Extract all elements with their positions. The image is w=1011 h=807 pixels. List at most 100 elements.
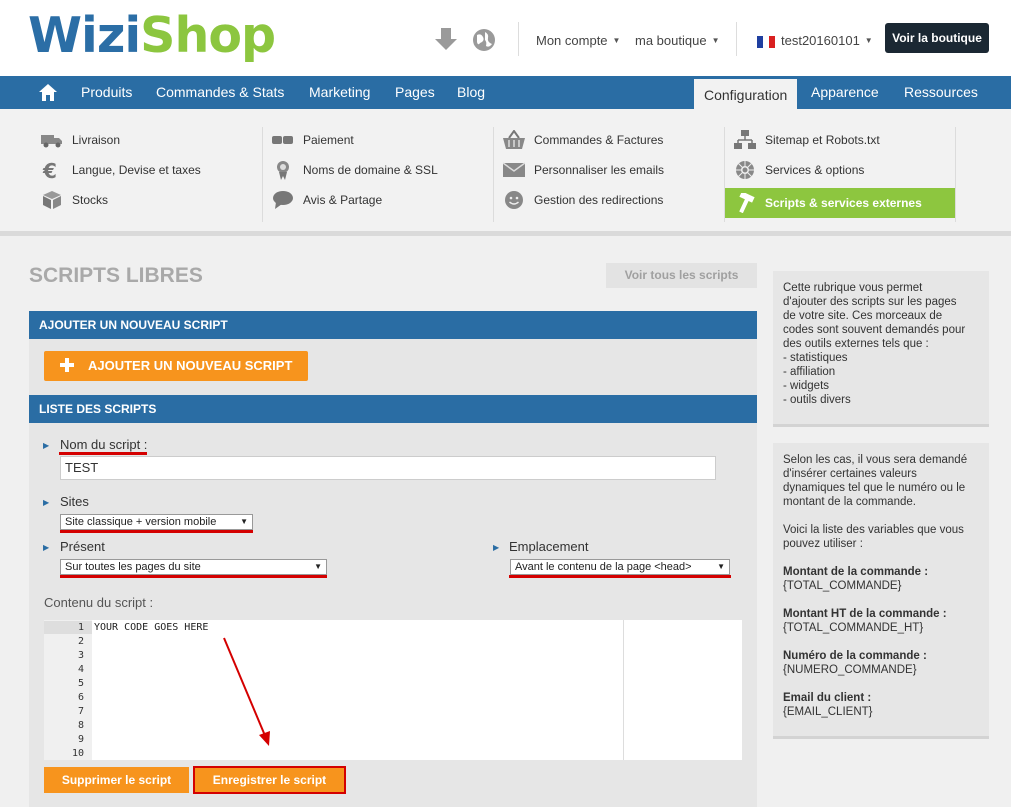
home-icon[interactable] — [39, 84, 57, 101]
nav-pages[interactable]: Pages — [395, 76, 435, 109]
script-name-input[interactable]: TEST — [60, 456, 716, 480]
smiley-icon — [505, 191, 523, 209]
sites-label: Sites — [60, 494, 89, 509]
hammer-icon — [739, 193, 755, 213]
submenu-stocks[interactable]: Stocks — [41, 185, 108, 215]
variable-value: {TOTAL_COMMANDE} — [783, 580, 902, 592]
line-number: 4 — [77, 664, 84, 675]
sitemap-icon — [734, 130, 756, 149]
submenu-commandes-factures[interactable]: Commandes & Factures — [503, 125, 663, 155]
dropdown-arrow-icon: ▼ — [314, 562, 322, 571]
submenu-divider — [493, 127, 494, 222]
submenu-langue-devise-taxes[interactable]: € Langue, Devise et taxes — [41, 155, 201, 185]
france-flag-icon — [757, 36, 775, 48]
caret-down-icon: ▼ — [864, 36, 873, 45]
truck-icon — [41, 135, 62, 148]
plus-icon — [60, 358, 74, 372]
globe-icon[interactable] — [472, 27, 496, 53]
award-ribbon-icon — [277, 161, 289, 180]
script-list-section-header: LISTE DES SCRIPTS — [29, 395, 757, 423]
triangle-right-icon: ▶ — [493, 543, 500, 552]
speech-bubble-icon — [273, 191, 293, 209]
main-nav: Produits Commandes & Stats Marketing Pag… — [0, 76, 1011, 109]
line-number: 1 — [77, 622, 84, 633]
view-all-scripts-button[interactable]: Voir tous les scripts — [606, 263, 757, 288]
info-box-intro: Cette rubrique vous permet d'ajouter des… — [773, 271, 989, 427]
triangle-right-icon: ▶ — [43, 441, 50, 450]
line-number: 7 — [77, 706, 84, 717]
submenu-sitemap-robots[interactable]: Sitemap et Robots.txt — [734, 125, 880, 155]
variable-label: Numéro de la commande : — [783, 650, 927, 662]
line-number: 8 — [77, 720, 84, 731]
svg-text:€: € — [42, 160, 57, 180]
caret-down-icon: ▼ — [612, 36, 621, 45]
editor-margin-line — [623, 620, 624, 760]
location-label: Emplacement — [509, 539, 589, 554]
caret-down-icon: ▼ — [711, 36, 720, 45]
delete-script-button[interactable]: Supprimer le script — [44, 767, 189, 793]
variable-label: Montant de la commande : — [783, 566, 929, 578]
nav-configuration[interactable]: Configuration — [694, 79, 798, 109]
present-select[interactable]: Sur toutes les pages du site ▼ — [60, 559, 327, 575]
code-line-1: YOUR CODE GOES HERE — [94, 622, 209, 633]
envelope-icon — [503, 162, 525, 177]
line-number: 10 — [71, 748, 84, 759]
submenu-livraison[interactable]: Livraison — [41, 125, 120, 155]
red-arrow-annotation-icon — [223, 637, 270, 746]
nav-ressources[interactable]: Ressources — [904, 76, 978, 109]
submenu-divider — [262, 127, 263, 222]
submenu-personnaliser-emails[interactable]: Personnaliser les emails — [503, 155, 664, 185]
wizishop-logo[interactable]: WiziShop — [28, 8, 276, 64]
add-script-section-header: AJOUTER UN NOUVEAU SCRIPT — [29, 311, 757, 339]
triangle-right-icon: ▶ — [43, 498, 50, 507]
code-editor[interactable]: 1 2 3 4 5 6 7 8 9 10 YOUR CODE GOES HERE — [44, 620, 742, 760]
red-highlight-underline — [59, 452, 147, 455]
submenu-paiement[interactable]: Paiement — [272, 125, 354, 155]
page-title: SCRIPTS LIBRES — [29, 264, 203, 287]
line-number: 3 — [77, 650, 84, 661]
user-menu[interactable]: test20160101 ▼ — [781, 33, 873, 48]
header-divider — [518, 22, 519, 56]
variable-value: {TOTAL_COMMANDE_HT} — [783, 622, 924, 634]
variable-label: Email du client : — [783, 692, 872, 704]
add-new-script-button[interactable]: AJOUTER UN NOUVEAU SCRIPT — [44, 351, 308, 381]
download-icon[interactable] — [434, 26, 458, 52]
basket-icon — [503, 130, 525, 149]
line-number: 5 — [77, 678, 84, 689]
header-divider — [736, 22, 737, 56]
view-store-button[interactable]: Voir la boutique — [885, 23, 989, 53]
red-highlight-underline — [60, 575, 327, 578]
script-name-label: Nom du script : — [60, 437, 148, 452]
euro-icon: € — [42, 160, 57, 180]
red-highlight-underline — [60, 530, 253, 533]
line-number: 6 — [77, 692, 84, 703]
submenu-services-options[interactable]: Services & options — [734, 155, 864, 185]
info-box-variables: Selon les cas, il vous sera demandé d'in… — [773, 443, 989, 739]
nav-blog[interactable]: Blog — [457, 76, 485, 109]
dropdown-arrow-icon: ▼ — [717, 562, 725, 571]
top-header: WiziShop Mon compte ▼ ma boutique ▼ test20… — [0, 0, 1011, 76]
nav-commandes-stats[interactable]: Commandes & Stats — [156, 76, 284, 109]
nav-marketing[interactable]: Marketing — [309, 76, 370, 109]
credit-card-icon — [272, 136, 293, 144]
submenu-noms-domaine-ssl[interactable]: Noms de domaine & SSL — [272, 155, 438, 185]
submenu-scripts-services-externes[interactable]: Scripts & services externes — [725, 188, 955, 218]
nav-produits[interactable]: Produits — [81, 76, 132, 109]
store-menu[interactable]: ma boutique ▼ — [635, 33, 719, 48]
line-number: 2 — [77, 636, 84, 647]
account-menu[interactable]: Mon compte ▼ — [536, 33, 620, 48]
gear-icon — [736, 161, 754, 179]
line-number: 9 — [77, 734, 84, 745]
config-submenu: Livraison € Langue, Devise et taxes Stoc… — [0, 109, 1011, 236]
submenu-avis-partage[interactable]: Avis & Partage — [272, 185, 382, 215]
submenu-divider — [955, 127, 956, 222]
submenu-gestion-redirections[interactable]: Gestion des redirections — [503, 185, 663, 215]
location-select[interactable]: Avant le contenu de la page <head> ▼ — [510, 559, 730, 575]
nav-apparence[interactable]: Apparence — [811, 76, 879, 109]
script-content-label: Contenu du script : — [44, 595, 154, 610]
box-icon — [43, 191, 61, 209]
save-script-button[interactable]: Enregistrer le script — [193, 766, 346, 794]
dropdown-arrow-icon: ▼ — [240, 517, 248, 526]
variable-value: {NUMERO_COMMANDE} — [783, 664, 917, 676]
sites-select[interactable]: Site classique + version mobile ▼ — [60, 514, 253, 530]
